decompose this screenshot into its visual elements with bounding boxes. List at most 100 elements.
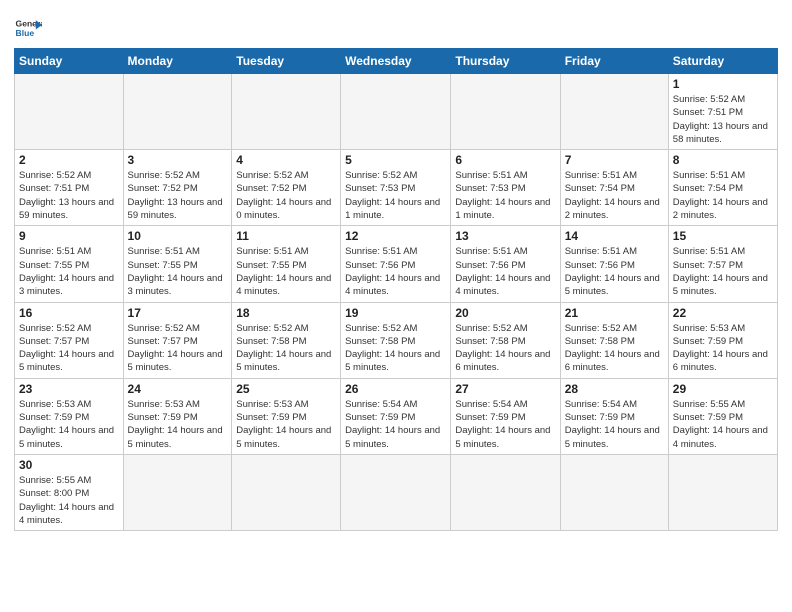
day-number: 30 <box>19 458 119 472</box>
day-info: Sunrise: 5:51 AM Sunset: 7:54 PM Dayligh… <box>565 169 664 222</box>
day-info: Sunrise: 5:51 AM Sunset: 7:57 PM Dayligh… <box>673 245 773 298</box>
calendar-day-cell: 29Sunrise: 5:55 AM Sunset: 7:59 PM Dayli… <box>668 378 777 454</box>
day-number: 5 <box>345 153 446 167</box>
weekday-header: Wednesday <box>341 49 451 74</box>
calendar-week-row: 1 Sunrise: 5:52 AM Sunset: 7:51 PM Daylig… <box>15 74 778 150</box>
day-number: 13 <box>455 229 555 243</box>
day-info: Sunrise: 5:51 AM Sunset: 7:55 PM Dayligh… <box>19 245 119 298</box>
day-info: Sunrise: 5:55 AM Sunset: 7:59 PM Dayligh… <box>673 398 773 451</box>
calendar-day-cell: 9 Sunrise: 5:51 AM Sunset: 7:55 PM Daylig… <box>15 226 124 302</box>
day-number: 1 <box>673 77 773 91</box>
day-number: 22 <box>673 306 773 320</box>
calendar-day-cell <box>123 454 232 530</box>
day-info: Sunrise: 5:52 AM Sunset: 7:58 PM Dayligh… <box>565 322 664 375</box>
calendar-day-cell <box>668 454 777 530</box>
day-info: Sunrise: 5:51 AM Sunset: 7:55 PM Dayligh… <box>128 245 228 298</box>
day-number: 14 <box>565 229 664 243</box>
day-number: 8 <box>673 153 773 167</box>
page: General Blue SundayMondayTuesdayWednesda… <box>0 0 792 545</box>
calendar-day-cell: 27Sunrise: 5:54 AM Sunset: 7:59 PM Dayli… <box>451 378 560 454</box>
day-info: Sunrise: 5:52 AM Sunset: 7:51 PM Dayligh… <box>19 169 119 222</box>
calendar-day-cell: 30 Sunrise: 5:55 AM Sunset: 8:00 PM Dayli… <box>15 454 124 530</box>
calendar-day-cell: 5 Sunrise: 5:52 AM Sunset: 7:53 PM Daylig… <box>341 150 451 226</box>
day-info: Sunrise: 5:51 AM Sunset: 7:56 PM Dayligh… <box>565 245 664 298</box>
logo: General Blue <box>14 14 42 42</box>
calendar-day-cell: 10 Sunrise: 5:51 AM Sunset: 7:55 PM Dayli… <box>123 226 232 302</box>
calendar-day-cell <box>232 74 341 150</box>
calendar-day-cell <box>341 454 451 530</box>
calendar-day-cell: 11 Sunrise: 5:51 AM Sunset: 7:55 PM Dayli… <box>232 226 341 302</box>
day-number: 7 <box>565 153 664 167</box>
calendar-day-cell: 13 Sunrise: 5:51 AM Sunset: 7:56 PM Dayli… <box>451 226 560 302</box>
calendar-day-cell <box>123 74 232 150</box>
day-number: 4 <box>236 153 336 167</box>
calendar-day-cell: 21 Sunrise: 5:52 AM Sunset: 7:58 PM Dayli… <box>560 302 668 378</box>
day-number: 6 <box>455 153 555 167</box>
day-info: Sunrise: 5:53 AM Sunset: 7:59 PM Dayligh… <box>19 398 119 451</box>
calendar-day-cell: 28Sunrise: 5:54 AM Sunset: 7:59 PM Dayli… <box>560 378 668 454</box>
day-number: 9 <box>19 229 119 243</box>
day-info: Sunrise: 5:51 AM Sunset: 7:56 PM Dayligh… <box>345 245 446 298</box>
calendar-day-cell: 24 Sunrise: 5:53 AM Sunset: 7:59 PM Dayli… <box>123 378 232 454</box>
day-info: Sunrise: 5:52 AM Sunset: 7:57 PM Dayligh… <box>128 322 228 375</box>
calendar-day-cell: 14 Sunrise: 5:51 AM Sunset: 7:56 PM Dayli… <box>560 226 668 302</box>
weekday-header: Sunday <box>15 49 124 74</box>
weekday-header: Saturday <box>668 49 777 74</box>
day-number: 3 <box>128 153 228 167</box>
calendar-day-cell: 16 Sunrise: 5:52 AM Sunset: 7:57 PM Dayli… <box>15 302 124 378</box>
calendar-day-cell: 20Sunrise: 5:52 AM Sunset: 7:58 PM Dayli… <box>451 302 560 378</box>
weekday-header-row: SundayMondayTuesdayWednesdayThursdayFrid… <box>15 49 778 74</box>
calendar-day-cell: 19Sunrise: 5:52 AM Sunset: 7:58 PM Dayli… <box>341 302 451 378</box>
day-number: 24 <box>128 382 228 396</box>
calendar-table: SundayMondayTuesdayWednesdayThursdayFrid… <box>14 48 778 531</box>
calendar-day-cell: 6 Sunrise: 5:51 AM Sunset: 7:53 PM Daylig… <box>451 150 560 226</box>
day-number: 17 <box>128 306 228 320</box>
day-number: 25 <box>236 382 336 396</box>
day-number: 15 <box>673 229 773 243</box>
day-info: Sunrise: 5:55 AM Sunset: 8:00 PM Dayligh… <box>19 474 119 527</box>
day-info: Sunrise: 5:51 AM Sunset: 7:56 PM Dayligh… <box>455 245 555 298</box>
day-info: Sunrise: 5:53 AM Sunset: 7:59 PM Dayligh… <box>236 398 336 451</box>
calendar-day-cell: 26 Sunrise: 5:54 AM Sunset: 7:59 PM Dayli… <box>341 378 451 454</box>
calendar-week-row: 23 Sunrise: 5:53 AM Sunset: 7:59 PM Dayli… <box>15 378 778 454</box>
calendar-day-cell: 12 Sunrise: 5:51 AM Sunset: 7:56 PM Dayli… <box>341 226 451 302</box>
day-number: 28 <box>565 382 664 396</box>
calendar-day-cell <box>451 74 560 150</box>
day-number: 26 <box>345 382 446 396</box>
header: General Blue <box>14 10 778 42</box>
day-info: Sunrise: 5:54 AM Sunset: 7:59 PM Dayligh… <box>345 398 446 451</box>
calendar-day-cell: 22Sunrise: 5:53 AM Sunset: 7:59 PM Dayli… <box>668 302 777 378</box>
day-number: 10 <box>128 229 228 243</box>
calendar-day-cell <box>451 454 560 530</box>
day-info: Sunrise: 5:52 AM Sunset: 7:52 PM Dayligh… <box>128 169 228 222</box>
weekday-header: Thursday <box>451 49 560 74</box>
calendar-week-row: 2 Sunrise: 5:52 AM Sunset: 7:51 PM Daylig… <box>15 150 778 226</box>
calendar-day-cell <box>341 74 451 150</box>
calendar-day-cell: 8Sunrise: 5:51 AM Sunset: 7:54 PM Daylig… <box>668 150 777 226</box>
weekday-header: Friday <box>560 49 668 74</box>
day-number: 21 <box>565 306 664 320</box>
day-number: 11 <box>236 229 336 243</box>
day-info: Sunrise: 5:52 AM Sunset: 7:53 PM Dayligh… <box>345 169 446 222</box>
calendar-day-cell <box>560 454 668 530</box>
calendar-day-cell: 3 Sunrise: 5:52 AM Sunset: 7:52 PM Daylig… <box>123 150 232 226</box>
day-info: Sunrise: 5:53 AM Sunset: 7:59 PM Dayligh… <box>128 398 228 451</box>
calendar-day-cell: 1 Sunrise: 5:52 AM Sunset: 7:51 PM Daylig… <box>668 74 777 150</box>
calendar-day-cell: 18Sunrise: 5:52 AM Sunset: 7:58 PM Dayli… <box>232 302 341 378</box>
day-info: Sunrise: 5:52 AM Sunset: 7:51 PM Dayligh… <box>673 93 773 146</box>
day-info: Sunrise: 5:52 AM Sunset: 7:52 PM Dayligh… <box>236 169 336 222</box>
calendar-day-cell <box>15 74 124 150</box>
day-info: Sunrise: 5:51 AM Sunset: 7:55 PM Dayligh… <box>236 245 336 298</box>
day-number: 16 <box>19 306 119 320</box>
day-number: 12 <box>345 229 446 243</box>
day-number: 20 <box>455 306 555 320</box>
day-info: Sunrise: 5:52 AM Sunset: 7:57 PM Dayligh… <box>19 322 119 375</box>
day-number: 2 <box>19 153 119 167</box>
day-number: 23 <box>19 382 119 396</box>
day-info: Sunrise: 5:51 AM Sunset: 7:53 PM Dayligh… <box>455 169 555 222</box>
calendar-day-cell: 17 Sunrise: 5:52 AM Sunset: 7:57 PM Dayli… <box>123 302 232 378</box>
calendar-day-cell: 7 Sunrise: 5:51 AM Sunset: 7:54 PM Daylig… <box>560 150 668 226</box>
logo-icon: General Blue <box>14 14 42 42</box>
day-number: 19 <box>345 306 446 320</box>
calendar-day-cell <box>232 454 341 530</box>
